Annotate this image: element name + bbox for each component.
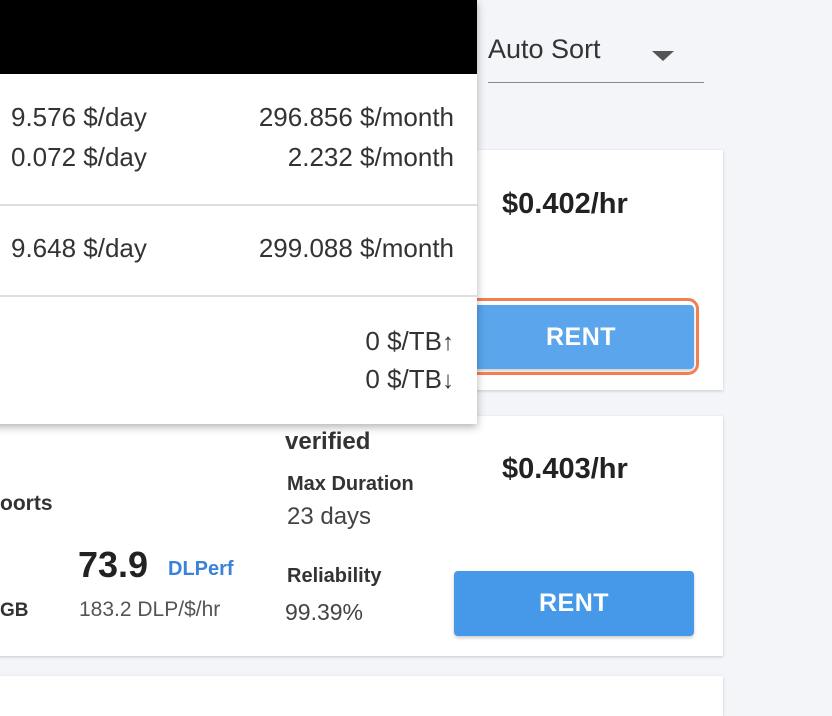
dlperf-label: DLPerf: [168, 558, 234, 580]
dlp-per-dollar: 183.2 DLP/$/hr: [79, 598, 221, 621]
max-duration-value: 23 days: [287, 503, 372, 530]
total-cost-daily: 9.648 $/day: [11, 233, 147, 263]
arrow-down-icon: ↓: [442, 367, 454, 394]
max-duration-label: Max Duration: [287, 473, 414, 495]
arrow-up-icon: ↑: [442, 329, 454, 356]
total-cost-monthly: 299.088 $/month: [258, 233, 454, 263]
rent-button-highlight: [445, 298, 699, 375]
offer-price: $0.402/hr: [502, 188, 628, 220]
storage-cost-daily: 0.072 $/day: [11, 142, 147, 172]
sort-dropdown-label: Auto Sort: [488, 34, 601, 64]
offer-card: [0, 676, 723, 716]
ports-label: oorts: [0, 492, 53, 515]
reliability-value: 99.39%: [285, 599, 364, 625]
storage-cost-monthly: 2.232 $/month: [287, 142, 454, 172]
price-breakdown-popup: 9.576 $/day 296.856 $/month 0.072 $/day …: [0, 0, 477, 424]
upload-bandwidth-cost: 0 $/TB↑: [365, 326, 454, 357]
gpu-ram-unit: GB: [0, 600, 29, 621]
download-bandwidth-cost: 0 $/TB↓: [365, 364, 454, 395]
upload-bandwidth-value: 0 $/TB: [365, 326, 442, 356]
chevron-down-icon[interactable]: [652, 51, 674, 61]
download-bandwidth-value: 0 $/TB: [365, 364, 442, 394]
divider: [0, 204, 477, 206]
reliability-label: Reliability: [287, 565, 382, 587]
gpu-cost-monthly: 296.856 $/month: [258, 102, 454, 132]
dlperf-value: 73.9: [78, 544, 149, 585]
sort-dropdown[interactable]: Auto Sort: [488, 30, 704, 83]
popup-header: [0, 0, 477, 74]
verified-label: verified: [285, 428, 371, 455]
offer-price: $0.403/hr: [502, 453, 628, 485]
rent-button[interactable]: RENT: [454, 571, 694, 636]
gpu-cost-daily: 9.576 $/day: [11, 102, 147, 132]
divider: [0, 295, 477, 297]
